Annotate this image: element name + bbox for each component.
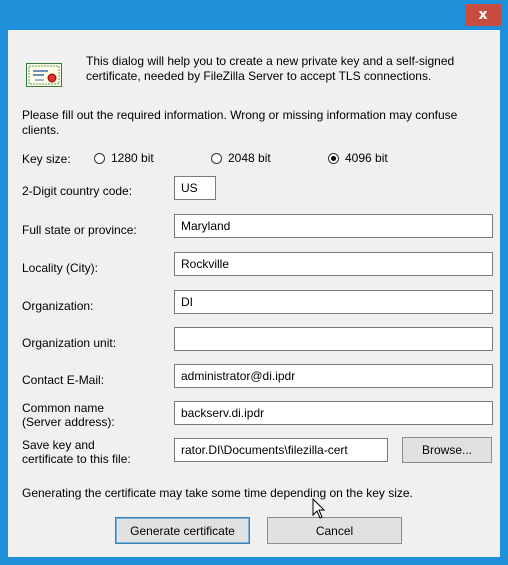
common-name-label-line2: (Server address): bbox=[22, 415, 115, 429]
generate-certificate-button[interactable]: Generate certificate bbox=[115, 517, 250, 544]
radio-indicator bbox=[328, 152, 339, 164]
organization-field[interactable]: DI bbox=[174, 290, 493, 314]
cancel-button[interactable]: Cancel bbox=[267, 517, 402, 544]
country-field[interactable]: US bbox=[174, 176, 216, 200]
state-field[interactable]: Maryland bbox=[174, 214, 493, 238]
radio-4096[interactable]: 4096 bit bbox=[328, 151, 388, 165]
radio-label: 1280 bit bbox=[111, 151, 154, 165]
organization-label: Organization: bbox=[22, 299, 94, 313]
radio-indicator bbox=[211, 152, 222, 164]
state-label: Full state or province: bbox=[22, 223, 137, 237]
radio-label: 2048 bit bbox=[228, 151, 271, 165]
radio-label: 4096 bit bbox=[345, 151, 388, 165]
certificate-icon bbox=[26, 63, 62, 87]
close-button[interactable]: x bbox=[465, 4, 501, 26]
common-name-label: Common name (Server address): bbox=[22, 401, 115, 429]
key-size-label: Key size: bbox=[22, 152, 71, 166]
common-name-label-line1: Common name bbox=[22, 401, 105, 415]
email-label: Contact E-Mail: bbox=[22, 373, 105, 387]
save-path-field[interactable]: rator.DI\Documents\filezilla-cert bbox=[174, 438, 388, 462]
close-icon: x bbox=[478, 7, 488, 23]
country-label: 2-Digit country code: bbox=[22, 184, 133, 198]
common-name-field[interactable]: backserv.di.ipdr bbox=[174, 401, 493, 425]
save-path-label-line1: Save key and bbox=[22, 438, 95, 452]
mouse-cursor-icon bbox=[312, 498, 326, 519]
browse-button[interactable]: Browse... bbox=[402, 437, 492, 463]
dialog-window: x This dialog will help you to create a … bbox=[0, 0, 508, 565]
org-unit-label: Organization unit: bbox=[22, 336, 117, 350]
fill-info-text: Please fill out the required information… bbox=[22, 108, 458, 137]
save-path-label-line2: certificate to this file: bbox=[22, 452, 131, 466]
org-unit-field[interactable] bbox=[174, 327, 493, 351]
generation-note: Generating the certificate may take some… bbox=[22, 486, 413, 500]
radio-indicator bbox=[94, 152, 105, 164]
radio-2048[interactable]: 2048 bit bbox=[211, 151, 271, 165]
intro-text: This dialog will help you to create a ne… bbox=[86, 54, 455, 83]
dialog-body: This dialog will help you to create a ne… bbox=[8, 30, 500, 557]
locality-label: Locality (City): bbox=[22, 261, 99, 275]
save-path-label: Save key and certificate to this file: bbox=[22, 438, 131, 466]
email-field[interactable]: administrator@di.ipdr bbox=[174, 364, 493, 388]
locality-field[interactable]: Rockville bbox=[174, 252, 493, 276]
radio-1280[interactable]: 1280 bit bbox=[94, 151, 154, 165]
